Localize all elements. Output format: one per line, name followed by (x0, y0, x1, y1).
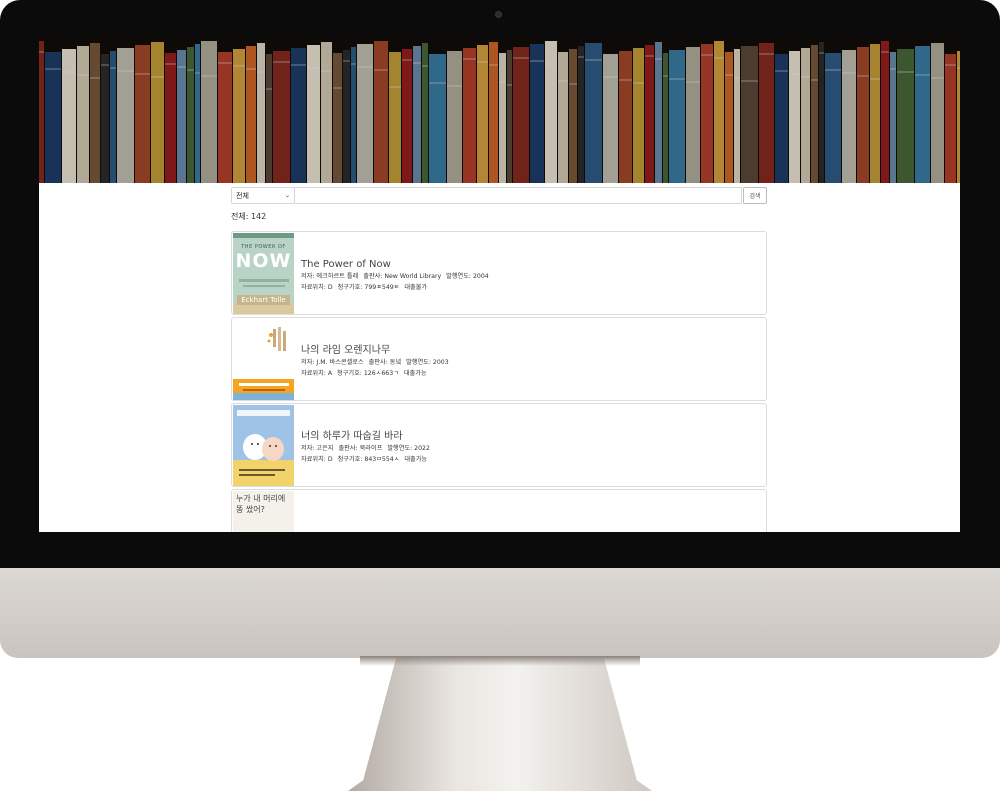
book-cover (233, 405, 294, 486)
book-card[interactable]: 나의 라임 오렌지나무 저자: J.M. 바스콘셀로스 출판사: 동녘 발행연도… (231, 317, 767, 401)
bookshelf-banner (39, 37, 960, 183)
warm-day-cover (233, 405, 294, 486)
book-year: 발행연도: 2022 (387, 445, 430, 452)
orange-tree-cover (233, 319, 294, 400)
book-status: 대출불가 (404, 284, 428, 291)
book-year: 발행연도: 2003 (406, 359, 449, 366)
book-publisher: 출판사: New World Library (363, 273, 442, 280)
search-bar: 전체 ⌄ 검색 (231, 186, 767, 205)
book-publisher: 출판사: 북라이프 (338, 445, 383, 452)
screen: 전체 ⌄ 검색 전체: 142 THE POWER OF NOW Eckhart… (39, 37, 960, 532)
book-meta-line-1: 저자: J.M. 바스콘셀로스 출판사: 동녘 발행연도: 2003 (301, 358, 452, 368)
cover-text-bottom: 똥 쌌어? (236, 505, 265, 514)
main-content: 전체 ⌄ 검색 전체: 142 THE POWER OF NOW Eckhart… (231, 186, 767, 532)
book-call-number: 청구기호: 843ㅁ554ㅅ (337, 456, 400, 463)
book-info: 나의 라임 오렌지나무 저자: J.M. 바스콘셀로스 출판사: 동녘 발행연도… (301, 344, 452, 379)
book-cover (233, 319, 294, 400)
search-button[interactable]: 검색 (743, 187, 767, 204)
book-title[interactable]: 너의 하루가 따숩길 바라 (301, 430, 433, 443)
bookshelf-image (39, 37, 960, 183)
book-year: 발행연도: 2004 (446, 273, 489, 280)
category-select-value: 전체 (236, 191, 249, 200)
book-list: THE POWER OF NOW Eckhart Tolle The Power… (231, 231, 767, 532)
book-info: The Power of Now 저자: 에크하르트 톨레 출판사: New W… (301, 258, 492, 293)
camera-icon (495, 11, 502, 18)
cover-text-top: 누가 내 머리에 (236, 494, 286, 503)
book-meta-line-2: 자료위치: D 청구기호: 799ㅍ549ㅌ 대출불가 (301, 283, 492, 293)
book-title[interactable]: The Power of Now (301, 258, 492, 271)
book-author: 저자: J.M. 바스콘셀로스 (301, 359, 364, 366)
monitor: 전체 ⌄ 검색 전체: 142 THE POWER OF NOW Eckhart… (0, 0, 1000, 791)
book-status: 대출가능 (403, 370, 427, 377)
book-publisher: 출판사: 동녘 (368, 359, 402, 366)
chevron-down-icon: ⌄ (284, 192, 290, 199)
book-author: 저자: 고은지 (301, 445, 334, 452)
book-card[interactable]: 너의 하루가 따숩길 바라 저자: 고은지 출판사: 북라이프 발행연도: 20… (231, 403, 767, 487)
book-author: 저자: 에크하르트 톨레 (301, 273, 359, 280)
book-card[interactable]: THE POWER OF NOW Eckhart Tolle The Power… (231, 231, 767, 315)
monitor-stand (348, 656, 652, 791)
book-call-number: 청구기호: 126ㅅ663ㄱ (337, 370, 399, 377)
book-location: 자료위치: A (301, 370, 333, 377)
book-meta-line-2: 자료위치: D 청구기호: 843ㅁ554ㅅ 대출가능 (301, 455, 433, 465)
monitor-chin (0, 568, 1000, 658)
book-title[interactable]: 나의 라임 오렌지나무 (301, 344, 452, 357)
category-select[interactable]: 전체 ⌄ (231, 187, 295, 204)
book-meta-line-1: 저자: 에크하르트 톨레 출판사: New World Library 발행연도… (301, 272, 492, 282)
book-meta-line-2: 자료위치: A 청구기호: 126ㅅ663ㄱ 대출가능 (301, 369, 452, 379)
book-meta-line-1: 저자: 고은지 출판사: 북라이프 발행연도: 2022 (301, 444, 433, 454)
search-input[interactable] (295, 187, 742, 204)
book-cover: 누가 내 머리에 똥 쌌어? (233, 491, 294, 532)
result-count: 전체: 142 (231, 212, 267, 221)
book-info: 너의 하루가 따숩길 바라 저자: 고은지 출판사: 북라이프 발행연도: 20… (301, 430, 433, 465)
book-status: 대출가능 (404, 456, 428, 463)
stand-shadow (360, 656, 640, 666)
book-location: 자료위치: D (301, 284, 333, 291)
book-location: 자료위치: D (301, 456, 333, 463)
book-card[interactable]: 누가 내 머리에 똥 쌌어? (231, 489, 767, 532)
cover-title-main: NOW (235, 250, 292, 272)
cover-author: Eckhart Tolle (241, 296, 286, 304)
book-call-number: 청구기호: 799ㅍ549ㅌ (337, 284, 400, 291)
book-cover: THE POWER OF NOW Eckhart Tolle (233, 233, 294, 314)
